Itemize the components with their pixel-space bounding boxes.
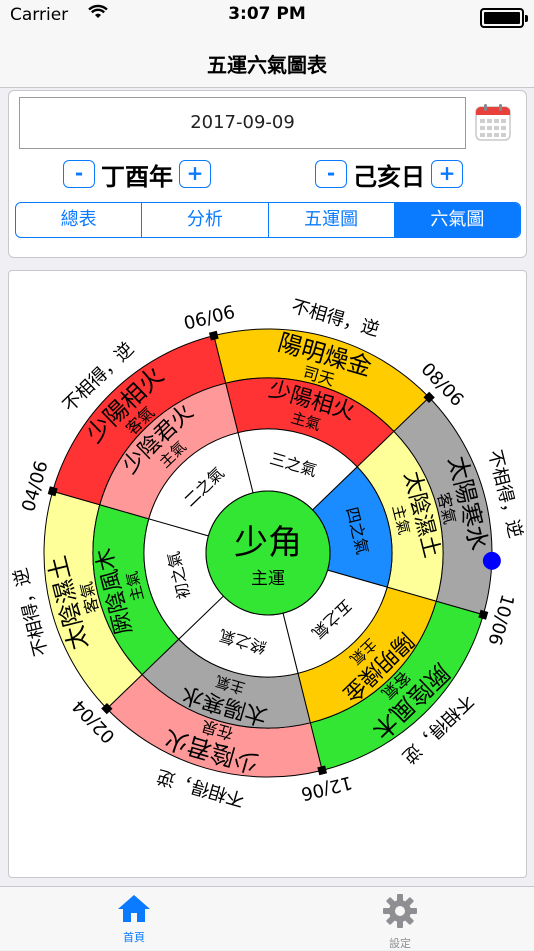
day-label: 己亥日	[353, 162, 425, 191]
year-label: 丁酉年	[101, 162, 173, 191]
tab-settings[interactable]: 設定	[360, 893, 440, 951]
gear-icon	[383, 894, 417, 928]
boundary-date-label: 12/06	[299, 771, 354, 804]
current-date-marker	[482, 551, 501, 570]
page-title: 五運六氣圖表	[207, 53, 327, 77]
home-icon	[118, 895, 150, 922]
calendar-icon[interactable]	[475, 103, 511, 141]
day-stepper: - 己亥日 +	[315, 157, 463, 191]
tab-settings-label: 設定	[389, 937, 411, 950]
tab-home-label: 首頁	[123, 931, 145, 944]
six-qi-chart-panel: 陽明燥金 司天 太陽寒水 客氣 厥陰風木 客氣 少陰君火 在泉 太陰濕土 客氣 少陽相火 客氣 少陽相火…	[8, 270, 527, 878]
status-bar: Carrier 3:07 PM	[0, 0, 534, 40]
status-time: 3:07 PM	[228, 4, 306, 24]
tab-bar: 首頁 設定	[0, 886, 534, 950]
six-qi-wheel: 陽明燥金司天太陽寒水客氣厥陰風木客氣少陰君火在泉太陰濕土客氣少陽相火客氣 少陽相火…	[10, 296, 526, 810]
year-stepper: - 丁酉年 +	[63, 157, 211, 191]
boundary-date-label: 10/06	[483, 592, 517, 648]
segment-six-qi[interactable]: 六氣圖	[394, 203, 520, 237]
year-minus-button[interactable]: -	[63, 160, 95, 188]
segment-analysis[interactable]: 分析	[142, 203, 269, 237]
navigation-bar: 五運六氣圖表	[0, 40, 534, 88]
boundary-date-label: 06/06	[182, 302, 237, 335]
tab-home[interactable]: 首頁	[94, 893, 174, 945]
center-main-label: 少角	[234, 523, 302, 563]
control-panel: 2017-09-09 - 丁酉年 + - 己亥日 + 總表 分析 五運圖 六氣圖	[8, 90, 527, 258]
day-plus-button[interactable]: +	[431, 160, 463, 188]
boundary-date-label: 04/06	[18, 458, 52, 514]
view-segmented-control: 總表 分析 五運圖 六氣圖	[15, 202, 521, 238]
segment-five-movements[interactable]: 五運圖	[269, 203, 395, 237]
battery-icon	[480, 8, 528, 28]
center-sub-label: 主運	[251, 569, 285, 589]
day-minus-button[interactable]: -	[315, 160, 347, 188]
year-plus-button[interactable]: +	[179, 160, 211, 188]
date-field[interactable]: 2017-09-09	[19, 97, 466, 149]
segment-summary[interactable]: 總表	[16, 203, 143, 237]
